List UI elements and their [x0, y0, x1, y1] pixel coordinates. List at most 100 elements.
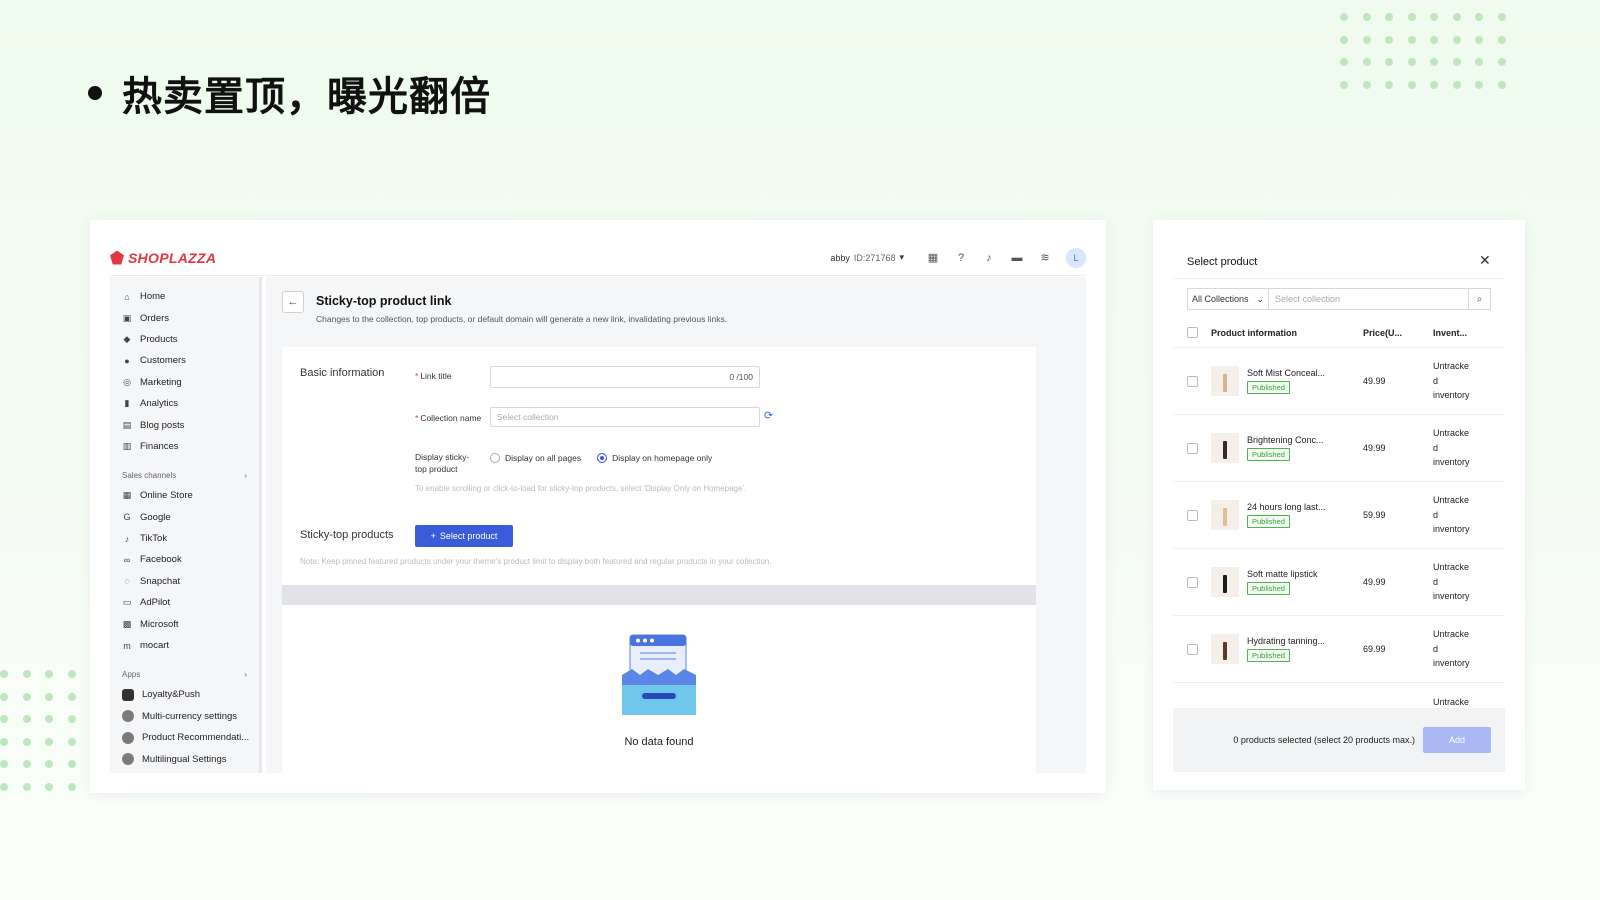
- decorative-dots-bottom-left: [0, 670, 76, 791]
- sidebar-item-online-store[interactable]: ▦ Online Store: [110, 485, 259, 506]
- sidebar-item-product-recommendati[interactable]: Product Recommendati...: [110, 727, 259, 748]
- table-row[interactable]: Brightening Conc... Published 49.99 Untrack…: [1173, 415, 1505, 482]
- table-row[interactable]: Soft Mist Conceal... Published 49.99 Untrac…: [1173, 348, 1505, 415]
- help-icon[interactable]: ?: [954, 251, 968, 265]
- store-icon[interactable]: ▦: [926, 251, 940, 265]
- sidebar-item-label: Multi-currency settings: [142, 710, 238, 722]
- sidebar-item-facebook[interactable]: ∞ Facebook: [110, 549, 259, 570]
- product-table-body: Soft Mist Conceal... Published 49.99 Untrac…: [1173, 348, 1505, 708]
- account-name: abby: [830, 252, 850, 263]
- modal-footer: 0 products selected (select 20 products …: [1173, 708, 1505, 772]
- refresh-icon[interactable]: ⟳: [764, 409, 773, 422]
- table-row-partial[interactable]: Untracke: [1173, 683, 1505, 708]
- product-inventory: Untracke d inventory: [1433, 494, 1470, 535]
- account-switcher[interactable]: abby ID:271768 ▾: [830, 252, 904, 263]
- product-price: 69.99: [1363, 644, 1386, 654]
- sidebar-item-blog-posts[interactable]: ▤ Blog posts: [110, 414, 259, 435]
- sidebar-item-finances[interactable]: ▥ Finances: [110, 436, 259, 457]
- sidebar-item-home[interactable]: ⌂ Home: [110, 286, 259, 307]
- sidebar-item-analytics[interactable]: ▮ Analytics: [110, 393, 259, 414]
- product-thumbnail: [1211, 433, 1239, 463]
- sidebar: ⌂ Home ▣ Orders ◆ Products ● Customers ◎ Marketin…: [110, 277, 262, 773]
- slide-headline: 热卖置顶，曝光翻倍: [88, 64, 491, 122]
- tag-icon: ◆: [123, 333, 131, 344]
- sidebar-item-multilingual-settings[interactable]: Multilingual Settings: [110, 748, 259, 769]
- orders-icon: ▣: [122, 312, 132, 323]
- row-checkbox[interactable]: [1186, 375, 1198, 387]
- product-name: 24 hours long last...: [1247, 502, 1326, 512]
- sidebar-item-adpilot[interactable]: ▭ AdPilot: [110, 592, 259, 613]
- sidebar-item-products[interactable]: ◆ Products: [110, 329, 259, 350]
- row-checkbox[interactable]: [1186, 643, 1198, 655]
- sidebar-item-mocart[interactable]: m mocart: [110, 635, 259, 656]
- table-row[interactable]: Soft matte lipstick Published 49.99 Untrack…: [1173, 549, 1505, 616]
- sidebar-item-multi-currency-settings[interactable]: Multi-currency settings: [110, 706, 259, 727]
- collection-search-input[interactable]: Select collection: [1269, 288, 1469, 310]
- search-icon[interactable]: ⌕: [1469, 288, 1491, 310]
- sticky-products-title: Sticky-top products: [300, 529, 394, 541]
- product-thumbnail: [1211, 567, 1239, 597]
- sidebar-item-label: TikTok: [140, 533, 168, 545]
- collection-filter-select[interactable]: All Collections ⌄: [1187, 288, 1269, 310]
- sidebar-item-marketing[interactable]: ◎ Marketing: [110, 372, 259, 393]
- select-product-button[interactable]: + Select product: [415, 525, 513, 547]
- select-all-checkbox[interactable]: [1186, 327, 1198, 338]
- chat-icon[interactable]: ▬: [1010, 251, 1024, 265]
- account-id: ID:271768: [853, 252, 896, 263]
- empty-state: No data found: [282, 605, 1036, 773]
- back-button[interactable]: ←: [282, 291, 304, 313]
- caret-down-icon: ▾: [899, 252, 904, 262]
- sidebar-item-label: Analytics: [140, 398, 179, 410]
- admin-screenshot-card: SHOPLAZZA abby ID:271768 ▾ ▦ ? ♪ ▬ ≋ L ⌂…: [90, 220, 1106, 793]
- avatar[interactable]: L: [1066, 247, 1086, 268]
- header-inventory: Invent...: [1433, 327, 1468, 338]
- product-inventory: Untracke d inventory: [1433, 628, 1470, 669]
- selection-count: 0 products selected (select 20 products …: [1233, 735, 1415, 745]
- empty-box-icon: [622, 634, 696, 715]
- empty-state-text: No data found: [624, 736, 694, 748]
- loyalty-icon: [122, 688, 134, 701]
- page-title: Sticky-top product link: [316, 294, 452, 308]
- sidebar-item-label: Microsoft: [140, 618, 179, 630]
- product-info-cell: Brightening Conc... Published: [1211, 433, 1363, 463]
- sales-channels-header[interactable]: Sales channels ›: [110, 465, 259, 485]
- close-icon[interactable]: ✕: [1479, 252, 1491, 269]
- collection-placeholder: Select collection: [497, 412, 559, 422]
- product-name: Hydrating tanning...: [1247, 636, 1326, 646]
- row-checkbox[interactable]: [1186, 442, 1198, 454]
- apps-header[interactable]: Apps ›: [110, 664, 259, 684]
- table-row[interactable]: Hydrating tanning... Published 69.99 Untrac…: [1173, 616, 1505, 683]
- sidebar-item-orders[interactable]: ▣ Orders: [110, 307, 259, 328]
- decorative-dots-top-right: [1340, 13, 1506, 89]
- microsoft-icon: ▩: [122, 618, 132, 629]
- sidebar-item-label: Customers: [140, 355, 186, 367]
- radio-homepage-only[interactable]: Display on homepage only: [597, 453, 712, 463]
- sales-channels-title: Sales channels: [122, 470, 177, 480]
- brand-name: SHOPLAZZA: [128, 249, 217, 266]
- sidebar-item-tiktok[interactable]: ♪ TikTok: [110, 528, 259, 549]
- collection-name-label: * Collection name: [415, 413, 482, 423]
- radio-all-pages[interactable]: Display on all pages: [490, 453, 581, 463]
- wifi-icon[interactable]: ≋: [1038, 251, 1052, 265]
- row-checkbox[interactable]: [1186, 509, 1198, 521]
- sidebar-item-loyalty-push[interactable]: Loyalty&Push: [110, 684, 259, 705]
- status-badge: Published: [1247, 582, 1290, 595]
- row-checkbox[interactable]: [1186, 576, 1198, 588]
- add-button[interactable]: Add: [1423, 727, 1491, 753]
- sidebar-item-google[interactable]: G Google: [110, 507, 259, 528]
- sidebar-item-snapchat[interactable]: ◌ Snapchat: [110, 571, 259, 592]
- product-thumbnail: [1211, 634, 1239, 664]
- table-header: Product information Price(U... Invent...: [1173, 318, 1505, 348]
- modal-divider: [1173, 278, 1505, 279]
- sidebar-item-label: Online Store: [140, 490, 193, 502]
- table-row[interactable]: 24 hours long last... Published 59.99 Untra…: [1173, 482, 1505, 549]
- sidebar-item-microsoft[interactable]: ▩ Microsoft: [110, 613, 259, 634]
- brand-logo[interactable]: SHOPLAZZA: [110, 250, 216, 266]
- bell-icon[interactable]: ♪: [982, 251, 996, 265]
- link-title-input[interactable]: 0 /100: [490, 366, 760, 388]
- collection-select[interactable]: Select collection: [490, 407, 760, 427]
- mocart-icon: m: [123, 640, 131, 651]
- display-hint: To enable scrolling or click-to-load for…: [415, 484, 747, 493]
- sidebar-item-customers[interactable]: ● Customers: [110, 350, 259, 371]
- page-subtitle: Changes to the collection, top products,…: [316, 314, 728, 324]
